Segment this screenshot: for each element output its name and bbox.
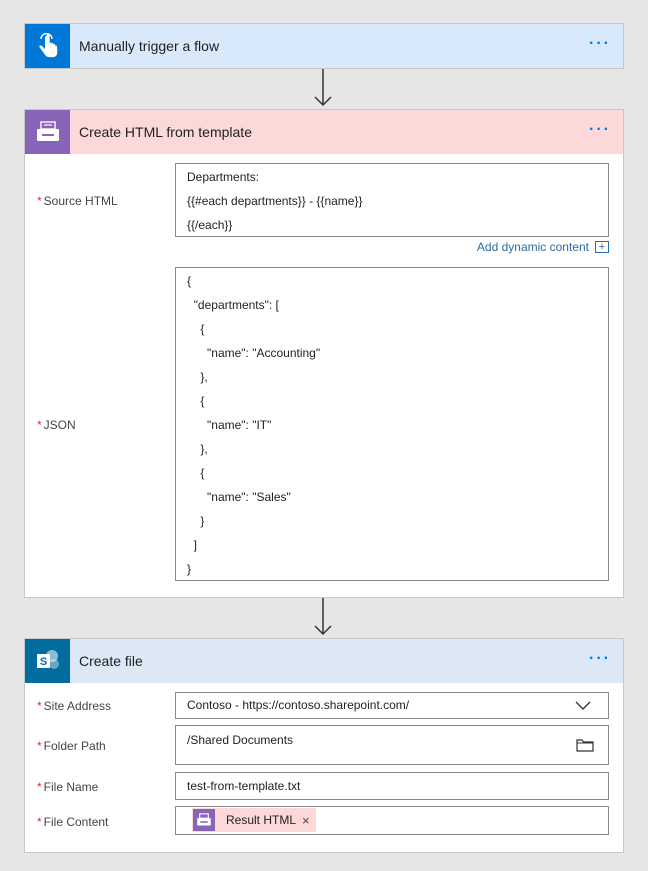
file-content-field[interactable]: Result HTML × (175, 806, 609, 835)
json-line: { (187, 322, 205, 336)
site-address-value: Contoso - https://contoso.sharepoint.com… (187, 698, 410, 712)
remove-token-button[interactable]: × (302, 813, 310, 828)
printer-template-icon (25, 110, 70, 154)
source-html-label: * Source HTML (37, 194, 118, 208)
json-line: }, (187, 370, 208, 384)
file-name-value: test-from-template.txt (187, 779, 301, 793)
required-marker: * (37, 194, 42, 208)
json-line: { (187, 394, 205, 408)
result-html-token[interactable]: Result HTML × (192, 808, 316, 832)
folder-path-label: * Folder Path (37, 739, 106, 753)
json-line: "name": "IT" (187, 418, 272, 432)
required-marker: * (37, 815, 42, 829)
file-name-label: * File Name (37, 780, 99, 794)
site-address-label: * Site Address (37, 699, 112, 713)
json-line: } (187, 514, 205, 528)
source-html-line: {{/each}} (187, 218, 233, 232)
json-line: "name": "Sales" (187, 490, 291, 504)
folder-path-field[interactable]: /Shared Documents (175, 725, 609, 765)
sharepoint-icon: S (25, 639, 70, 683)
json-label: * JSON (37, 418, 76, 432)
html-template-card[interactable]: Create HTML from template ··· * Source HT… (24, 109, 624, 598)
html-template-title: Create HTML from template (79, 124, 252, 140)
required-marker: * (37, 780, 42, 794)
flow-arrow-icon (314, 69, 332, 107)
folder-icon[interactable] (576, 738, 594, 752)
json-line: ] (187, 538, 198, 552)
required-marker: * (37, 699, 42, 713)
file-content-label: * File Content (37, 815, 109, 829)
create-file-header[interactable]: S Create file ··· (25, 639, 623, 683)
source-html-line: {{#each departments}} - {{name}} (187, 194, 363, 208)
svg-text:S: S (39, 656, 46, 668)
html-template-header[interactable]: Create HTML from template ··· (25, 110, 623, 154)
add-dynamic-content-icon: + (595, 241, 609, 253)
json-line: "departments": [ (187, 298, 279, 312)
result-html-token-label: Result HTML (226, 813, 297, 827)
required-marker: * (37, 418, 42, 432)
json-line: }, (187, 442, 208, 456)
file-name-field[interactable]: test-from-template.txt (175, 772, 609, 800)
trigger-header[interactable]: Manually trigger a flow ··· (25, 24, 623, 68)
json-line: { (187, 466, 205, 480)
trigger-card[interactable]: Manually trigger a flow ··· (24, 23, 624, 69)
folder-path-value: /Shared Documents (187, 733, 294, 747)
required-marker: * (37, 739, 42, 753)
add-dynamic-content-link[interactable]: Add dynamic content + (477, 240, 609, 254)
flow-arrow-icon (314, 598, 332, 636)
chevron-down-icon[interactable] (575, 701, 591, 711)
create-file-more-button[interactable]: ··· (589, 650, 611, 668)
site-address-dropdown[interactable]: Contoso - https://contoso.sharepoint.com… (175, 692, 609, 719)
source-html-line: Departments: (187, 170, 260, 184)
trigger-title: Manually trigger a flow (79, 38, 220, 54)
create-file-card[interactable]: S Create file ··· * Site Address Contoso … (24, 638, 624, 853)
json-line: } (187, 562, 192, 576)
create-file-title: Create file (79, 653, 143, 669)
trigger-more-button[interactable]: ··· (589, 35, 611, 53)
json-line: { (187, 274, 192, 288)
touch-hand-icon (25, 24, 70, 68)
json-field[interactable]: { "departments": [ { "name": "Accounting… (175, 267, 609, 581)
source-html-field[interactable]: Departments: {{#each departments}} - {{n… (175, 163, 609, 237)
printer-template-icon (193, 809, 215, 831)
json-line: "name": "Accounting" (187, 346, 321, 360)
html-template-more-button[interactable]: ··· (589, 121, 611, 139)
